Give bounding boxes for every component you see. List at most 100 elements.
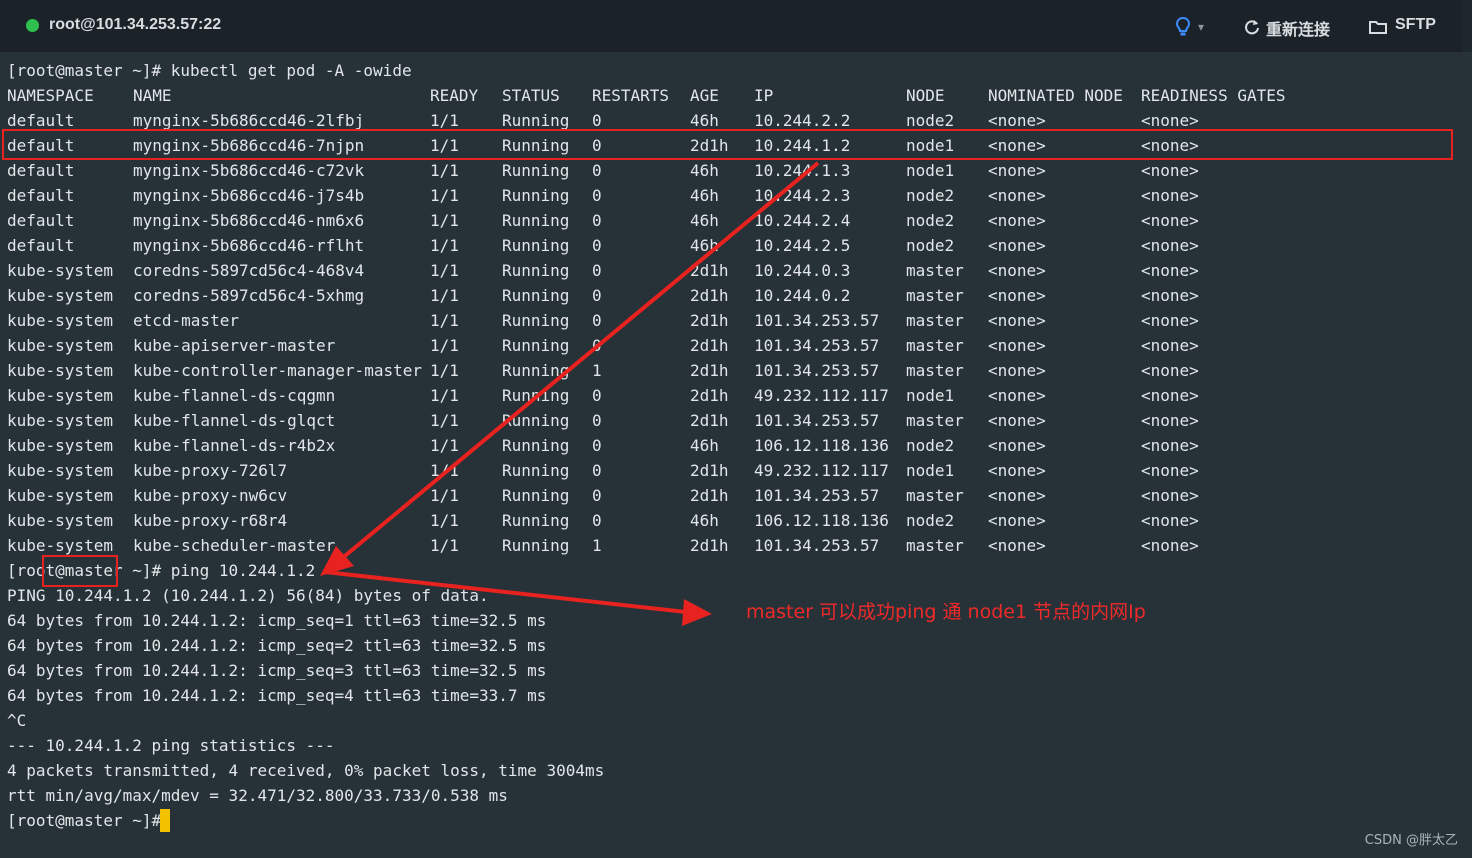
output-line: 4 packets transmitted, 4 received, 0% pa…: [7, 761, 605, 780]
table-header: NAMESPACE NAME READY STATUS RESTARTS AGE IP NOD…: [0, 83, 1472, 108]
table-cell: Running: [502, 536, 570, 555]
table-cell: kube-proxy-nw6cv: [133, 486, 288, 505]
table-cell: <none>: [988, 111, 1046, 130]
table-cell: 0: [592, 211, 602, 230]
table-cell: IP: [754, 86, 774, 105]
table-cell: <none>: [1141, 136, 1199, 155]
table-cell: kube-system: [7, 461, 113, 480]
table-cell: node2: [906, 236, 955, 255]
table-cell: <none>: [1141, 186, 1199, 205]
table-cell: 49.232.112.117: [754, 461, 889, 480]
table-cell: <none>: [1141, 311, 1199, 330]
table-cell: 1: [592, 361, 602, 380]
table-cell: <none>: [1141, 486, 1199, 505]
table-cell: <none>: [988, 186, 1046, 205]
table-cell: kube-flannel-ds-glqct: [133, 411, 336, 430]
table-cell: <none>: [988, 511, 1046, 530]
terminal-cursor: [160, 809, 170, 832]
table-row: default mynginx-5b686ccd46-j7s4b 1/1 Runnin…: [0, 183, 1472, 208]
table-cell: 10.244.0.3: [754, 261, 851, 280]
table-cell: master: [906, 311, 964, 330]
table-cell: master: [906, 336, 964, 355]
table-cell: <none>: [988, 311, 1046, 330]
table-cell: kube-system: [7, 286, 113, 305]
table-cell: 101.34.253.57: [754, 411, 880, 430]
table-row: kube-system etcd-master 1/1 Running 0 2d1h 101…: [0, 308, 1472, 333]
table-cell: 10.244.1.3: [754, 161, 851, 180]
table-cell: 1/1: [430, 361, 459, 380]
sftp-button[interactable]: SFTP: [1395, 16, 1436, 34]
table-cell: 101.34.253.57: [754, 361, 880, 380]
reconnect-button[interactable]: 重新连接: [1266, 16, 1330, 40]
table-cell: master: [906, 486, 964, 505]
table-cell: <none>: [1141, 461, 1199, 480]
table-cell: mynginx-5b686ccd46-nm6x6: [133, 211, 365, 230]
table-cell: 1/1: [430, 461, 459, 480]
folder-icon[interactable]: [1369, 20, 1387, 34]
csdn-watermark: CSDN @胖太乙: [1364, 833, 1458, 848]
table-cell: 0: [592, 261, 602, 280]
table-cell: kube-system: [7, 261, 113, 280]
table-row: kube-system kube-flannel-ds-r4b2x 1/1 Runni…: [0, 433, 1472, 458]
table-cell: 1/1: [430, 111, 459, 130]
table-cell: node1: [906, 461, 955, 480]
table-cell: <none>: [988, 536, 1046, 555]
refresh-icon[interactable]: [1244, 19, 1260, 35]
table-cell: 0: [592, 161, 602, 180]
terminal-output[interactable]: [root@master ~]# kubectl get pod -A -owi…: [0, 58, 1472, 848]
table-cell: <none>: [988, 436, 1046, 455]
table-cell: node1: [906, 161, 955, 180]
table-cell: 2d1h: [690, 536, 729, 555]
table-cell: 0: [592, 436, 602, 455]
table-cell: 101.34.253.57: [754, 486, 880, 505]
table-cell: <none>: [1141, 211, 1199, 230]
table-cell: Running: [502, 361, 570, 380]
table-cell: 1/1: [430, 411, 459, 430]
output-line: 64 bytes from 10.244.1.2: icmp_seq=3 ttl…: [7, 661, 547, 680]
table-cell: mynginx-5b686ccd46-rflht: [133, 236, 365, 255]
table-cell: 46h: [690, 211, 719, 230]
table-row: kube-system kube-controller-manager-maste…: [0, 358, 1472, 383]
table-cell: default: [7, 211, 75, 230]
chevron-down-icon[interactable]: ▾: [1198, 20, 1204, 34]
table-cell: <none>: [1141, 111, 1199, 130]
table-cell: <none>: [988, 386, 1046, 405]
table-cell: kube-apiserver-master: [133, 336, 336, 355]
table-cell: kube-proxy-726l7: [133, 461, 288, 480]
table-cell: <none>: [988, 361, 1046, 380]
table-cell: Running: [502, 211, 570, 230]
table-cell: 1/1: [430, 336, 459, 355]
table-cell: 2d1h: [690, 336, 729, 355]
table-cell: <none>: [1141, 386, 1199, 405]
output-line: 64 bytes from 10.244.1.2: icmp_seq=2 ttl…: [7, 636, 547, 655]
table-cell: 1/1: [430, 311, 459, 330]
table-cell: 46h: [690, 161, 719, 180]
table-cell: 1/1: [430, 136, 459, 155]
lightbulb-icon[interactable]: [1176, 17, 1190, 37]
table-cell: READINESS GATES: [1141, 86, 1286, 105]
table-row: kube-system coredns-5897cd56c4-468v4 1/1 Ru…: [0, 258, 1472, 283]
table-cell: Running: [502, 286, 570, 305]
table-cell: kube-proxy-r68r4: [133, 511, 288, 530]
table-cell: 0: [592, 461, 602, 480]
table-cell: <none>: [1141, 361, 1199, 380]
table-cell: node1: [906, 136, 955, 155]
title-bar: root@101.34.253.57:22 ▾ 重新连接 SFTP: [0, 0, 1472, 52]
table-cell: <none>: [1141, 511, 1199, 530]
table-cell: 46h: [690, 111, 719, 130]
session-host-label: root@101.34.253.57:22: [49, 16, 222, 33]
table-cell: 2d1h: [690, 311, 729, 330]
table-cell: 1/1: [430, 161, 459, 180]
table-cell: master: [906, 286, 964, 305]
table-cell: 0: [592, 386, 602, 405]
table-row: default mynginx-5b686ccd46-rflht 1/1 Runnin…: [0, 233, 1472, 258]
table-cell: kube-system: [7, 386, 113, 405]
window-edge: [1462, 0, 1472, 52]
table-cell: kube-system: [7, 436, 113, 455]
table-cell: 2d1h: [690, 361, 729, 380]
table-row: default mynginx-5b686ccd46-c72vk 1/1 Runnin…: [0, 158, 1472, 183]
table-cell: kube-flannel-ds-r4b2x: [133, 436, 336, 455]
command-line: [root@master ~]# kubectl get pod -A -owi…: [7, 61, 412, 80]
table-cell: Running: [502, 111, 570, 130]
table-cell: 2d1h: [690, 461, 729, 480]
